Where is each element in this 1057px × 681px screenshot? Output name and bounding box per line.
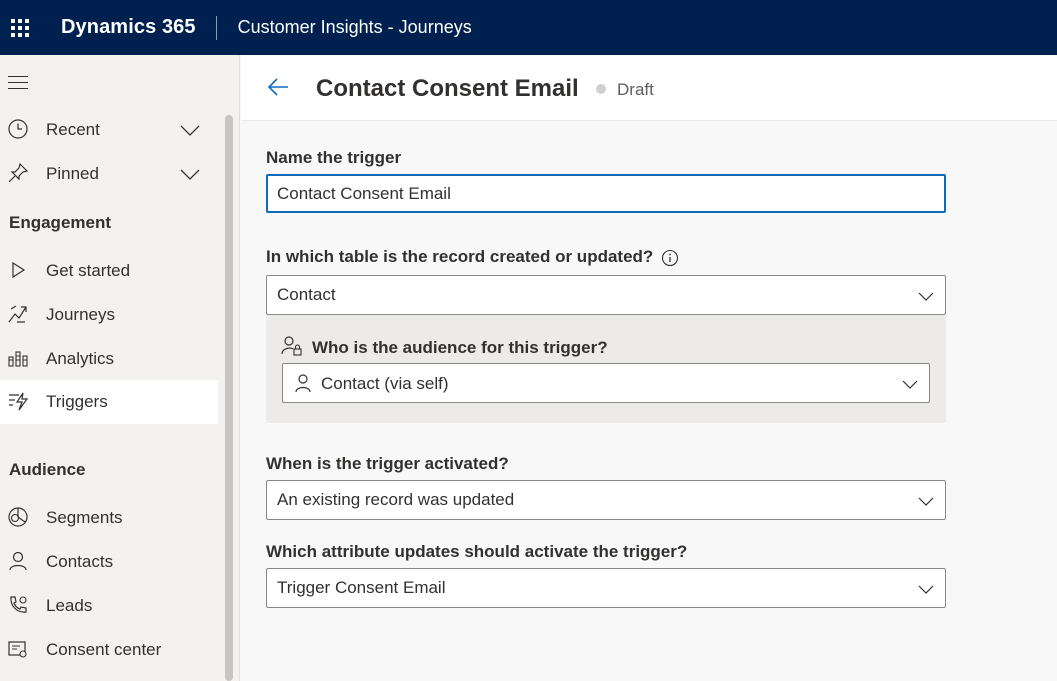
sidebar-item-label: Analytics xyxy=(46,349,115,368)
activation-label: When is the trigger activated? xyxy=(266,454,509,473)
back-arrow-icon[interactable] xyxy=(266,75,290,99)
sidebar-item-segments[interactable]: Segments xyxy=(0,496,218,540)
sidebar-item-label: Pinned xyxy=(46,164,99,183)
sidebar-item-recent[interactable]: Recent xyxy=(0,108,218,152)
audience-select-value: Contact (via self) xyxy=(321,374,449,393)
chevron-down-icon[interactable] xyxy=(179,120,201,142)
sidebar-item-contacts[interactable]: Contacts xyxy=(0,540,218,584)
chevron-down-icon xyxy=(918,585,934,594)
info-icon[interactable] xyxy=(661,249,679,267)
sidebar-item-triggers[interactable]: Triggers xyxy=(0,380,218,424)
status-dot-icon xyxy=(596,84,606,94)
audience-label: Who is the audience for this trigger? xyxy=(312,338,608,357)
main-content: Contact Consent Email Draft Name the tri… xyxy=(241,55,1057,681)
leads-icon xyxy=(10,596,27,613)
table-select[interactable]: Contact xyxy=(266,275,946,315)
attribute-select[interactable]: Trigger Consent Email xyxy=(266,568,946,608)
table-label: In which table is the record created or … xyxy=(266,247,679,267)
chevron-down-icon xyxy=(902,380,918,389)
trigger-name-input[interactable]: Contact Consent Email xyxy=(266,174,946,213)
app-name[interactable]: Customer Insights - Journeys xyxy=(238,17,472,38)
trigger-name-label: Name the trigger xyxy=(266,148,402,167)
section-header-engagement: Engagement xyxy=(9,213,112,232)
sidebar-item-label: Contacts xyxy=(46,552,114,571)
sidebar-item-label: Recent xyxy=(46,120,100,139)
app-launcher-waffle-icon[interactable] xyxy=(0,0,40,55)
trigger-icon xyxy=(9,392,29,411)
page-title: Contact Consent Email xyxy=(316,75,579,102)
activation-select[interactable]: An existing record was updated xyxy=(266,480,946,520)
sidebar-item-label: Consent center xyxy=(46,640,162,659)
top-bar: Dynamics 365 Customer Insights - Journey… xyxy=(0,0,1057,55)
play-icon xyxy=(12,261,26,279)
sidebar-item-label: Triggers xyxy=(46,392,108,411)
attribute-select-value: Trigger Consent Email xyxy=(277,578,446,597)
brand-name[interactable]: Dynamics 365 xyxy=(61,16,196,39)
journeys-icon xyxy=(8,305,27,323)
sidebar-item-get-started[interactable]: Get started xyxy=(0,249,218,293)
consent-icon xyxy=(8,641,27,658)
sidebar-scrollbar[interactable] xyxy=(225,115,233,681)
sidebar-item-label: Journeys xyxy=(46,305,115,324)
audience-person-lock-icon xyxy=(281,336,302,356)
sidebar-item-label: Leads xyxy=(46,596,93,615)
section-header-audience: Audience xyxy=(9,460,86,479)
analytics-icon xyxy=(8,351,28,367)
chevron-down-icon xyxy=(918,292,934,301)
person-icon xyxy=(9,551,27,571)
hamburger-menu-icon[interactable] xyxy=(8,76,28,94)
sidebar: Recent Pinned Engagement Get started Jou… xyxy=(0,55,240,681)
audience-select[interactable]: Contact (via self) xyxy=(282,363,930,403)
sidebar-item-leads[interactable]: Leads xyxy=(0,584,218,628)
segments-icon xyxy=(8,507,28,527)
person-icon xyxy=(295,374,311,393)
status-badge: Draft xyxy=(617,80,654,99)
sidebar-item-analytics[interactable]: Analytics xyxy=(0,337,218,381)
pin-icon xyxy=(8,162,29,183)
sidebar-item-label: Segments xyxy=(46,508,123,527)
table-select-value: Contact xyxy=(277,285,336,304)
sidebar-item-pinned[interactable]: Pinned xyxy=(0,152,218,196)
audience-panel: Who is the audience for this trigger? Co… xyxy=(266,315,946,423)
sidebar-item-label: Get started xyxy=(46,261,131,280)
sidebar-item-journeys[interactable]: Journeys xyxy=(0,293,218,337)
page-header: Contact Consent Email Draft xyxy=(241,55,1057,121)
chevron-down-icon xyxy=(918,497,934,506)
clock-icon xyxy=(8,119,28,139)
table-label-text: In which table is the record created or … xyxy=(266,247,654,266)
activation-select-value: An existing record was updated xyxy=(277,490,515,509)
chevron-down-icon[interactable] xyxy=(179,164,201,186)
sidebar-item-consent-center[interactable]: Consent center xyxy=(0,628,218,672)
attribute-label: Which attribute updates should activate … xyxy=(266,542,688,561)
topbar-divider xyxy=(215,15,217,40)
